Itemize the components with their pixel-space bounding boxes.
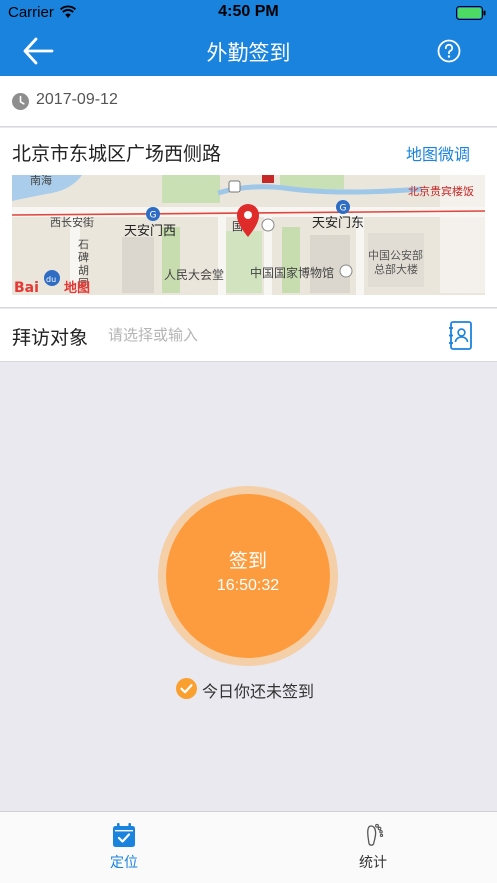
map-label: 总部大楼: [374, 262, 418, 276]
tab-location[interactable]: 定位: [0, 812, 248, 883]
nav-bar: 外勤签到: [0, 26, 497, 76]
status-bar: Carrier 4:50 PM: [0, 0, 497, 26]
checkin-status-text: 今日你还未签到: [202, 682, 315, 701]
tab-location-label: 定位: [110, 855, 138, 871]
road-side: [218, 217, 226, 295]
visit-target-input[interactable]: [108, 321, 428, 349]
battery-icon: [456, 6, 486, 20]
checkin-label: 签到: [228, 550, 267, 572]
gate-icon: [262, 175, 274, 183]
location-card: 北京市东城区广场西侧路 地图微调 G G 南海 西长安街 天安门西 天安门东 国…: [0, 128, 497, 308]
location-map[interactable]: G G 南海 西长安街 天安门西 天安门东 国 石 碑 胡 同 人民大会堂 中国…: [12, 175, 485, 295]
tab-statistics[interactable]: 统计: [249, 812, 497, 883]
checkin-clock: 16:50:32: [216, 577, 280, 594]
map-label: 北京贵宾楼饭: [408, 184, 474, 198]
building-block: [122, 237, 154, 293]
map-label: 中国国家博物馆: [250, 265, 334, 280]
museum-icon: [339, 264, 353, 278]
back-arrow-icon[interactable]: [22, 37, 54, 65]
building-block: [310, 235, 350, 293]
map-label: 天安门西: [124, 224, 176, 239]
map-label: 人民大会堂: [164, 268, 224, 282]
bus-icon: [228, 180, 241, 193]
tab-bar: 定位 统计: [0, 811, 497, 883]
map-label: 西长安街: [50, 215, 94, 229]
page-title: 外勤签到: [206, 41, 291, 65]
checkin-date: 2017-09-12: [36, 91, 118, 108]
map-label: 南海: [30, 175, 52, 187]
map-label: 天安门东: [312, 216, 364, 231]
visit-target-label: 拜访对象: [12, 327, 89, 349]
map-label: 中国公安部: [368, 248, 423, 262]
calendar-check-icon: [113, 823, 135, 847]
svg-text:G: G: [150, 211, 157, 221]
svg-text:G: G: [340, 204, 347, 214]
map-label: 碑: [78, 251, 89, 264]
question-circle-icon[interactable]: [437, 39, 461, 63]
address-text: 北京市东城区广场西侧路: [12, 143, 222, 165]
map-adjust-link[interactable]: 地图微调: [406, 141, 470, 165]
status-time: 4:50 PM: [218, 3, 279, 20]
clock-icon: [12, 93, 29, 110]
baidu-logo: 地图: [64, 280, 90, 295]
footprint-icon: [367, 823, 384, 846]
contact-book-icon[interactable]: [448, 321, 473, 350]
checkin-button[interactable]: 签到 16:50:32: [166, 494, 330, 658]
museum-icon: [261, 218, 275, 232]
tab-statistics-label: 统计: [359, 855, 387, 871]
baidu-logo: Bai: [14, 280, 39, 295]
map-label: 石: [78, 238, 89, 251]
map-label: 胡: [78, 263, 89, 277]
baidu-logo: du: [46, 275, 56, 284]
park-area: [282, 227, 300, 293]
square-area: [226, 231, 262, 293]
park-area: [162, 175, 220, 203]
check-circle-icon: [176, 678, 197, 699]
date-row: 2017-09-12: [0, 76, 497, 127]
visit-target-row: 拜访对象: [0, 309, 497, 362]
